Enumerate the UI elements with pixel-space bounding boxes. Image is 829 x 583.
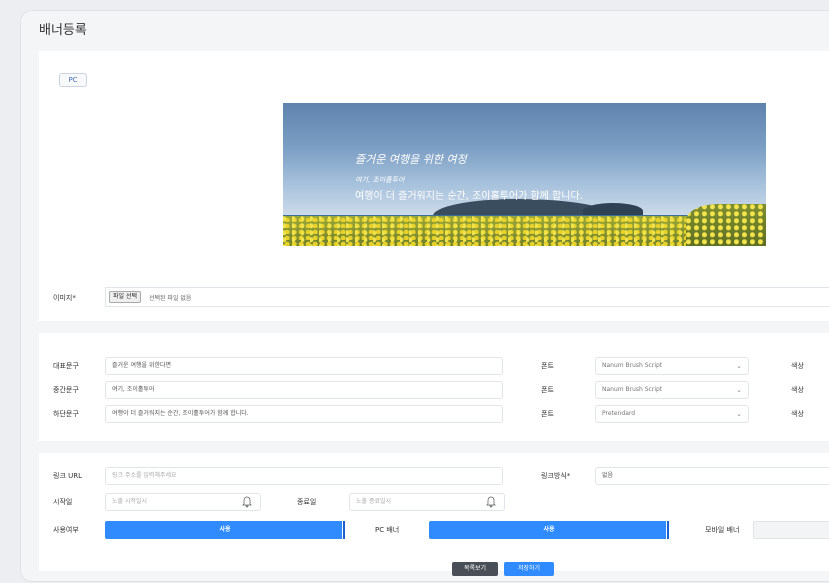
font-select[interactable]: Nanum Brush Script ⌄ bbox=[595, 381, 749, 399]
link-method-label: 링크방식* bbox=[541, 472, 571, 480]
file-status: 선택된 파일 없음 bbox=[149, 295, 192, 302]
row-label: 중간문구 bbox=[53, 386, 79, 394]
chevron-down-icon: ⌄ bbox=[736, 362, 742, 370]
color-label: 색상 bbox=[791, 362, 804, 370]
color-label: 색상 bbox=[791, 410, 804, 418]
font-label: 폰트 bbox=[541, 386, 554, 394]
toggle-knob bbox=[342, 521, 345, 539]
end-date-input[interactable]: 노출 종료일시 bbox=[349, 493, 505, 511]
text-card: 대표문구 즐거운 여행을 위한다면 폰트 Nanum Brush Script … bbox=[39, 333, 829, 441]
use-toggle-value: 사용 bbox=[219, 526, 231, 533]
chevron-down-icon: ⌄ bbox=[736, 410, 742, 418]
link-method-select[interactable]: 없음 bbox=[595, 467, 829, 485]
banner-line-top: 즐거운 여행을 위한 여정 bbox=[355, 153, 467, 166]
app-window: 배너등록 PC 즐거운 여행을 위한 여정 여기, 조이홀투어 여행이 더 즐거… bbox=[20, 10, 829, 582]
tab-pc[interactable]: PC bbox=[59, 73, 87, 87]
banner-line-bottom: 여행이 더 즐거워지는 순간, 조이홀투어가 함께 합니다. bbox=[355, 191, 583, 202]
font-select-value: Pretendard bbox=[602, 410, 636, 417]
font-label: 폰트 bbox=[541, 410, 554, 418]
image-label: 이미지* bbox=[53, 294, 76, 302]
list-button[interactable]: 목록보기 bbox=[452, 562, 498, 576]
font-select-value: Nanum Brush Script bbox=[602, 362, 663, 369]
end-date-label: 종료일 bbox=[297, 498, 317, 506]
row-label: 대표문구 bbox=[53, 362, 79, 370]
start-date-placeholder: 노출 시작일시 bbox=[112, 498, 148, 505]
banner-line-mid: 여기, 조이홀투어 bbox=[355, 176, 405, 184]
bell-icon[interactable] bbox=[242, 496, 252, 508]
start-date-label: 시작일 bbox=[53, 498, 73, 506]
image-card: PC 즐거운 여행을 위한 여정 여기, 조이홀투어 여행이 더 즐거워지는 순… bbox=[39, 51, 829, 321]
mobile-banner-toggle[interactable] bbox=[753, 521, 829, 539]
chevron-down-icon: ⌄ bbox=[736, 386, 742, 394]
pc-banner-toggle[interactable]: 사용 bbox=[429, 521, 669, 539]
font-label: 폰트 bbox=[541, 362, 554, 370]
color-label: 색상 bbox=[791, 386, 804, 394]
main-copy-input[interactable]: 즐거운 여행을 위한다면 bbox=[105, 357, 503, 375]
choose-file-button[interactable]: 파일 선택 bbox=[109, 291, 141, 303]
mobile-banner-label: 모바일 배너 bbox=[705, 526, 740, 534]
toggle-knob bbox=[666, 521, 669, 539]
image-file-input[interactable]: 파일 선택 선택된 파일 없음 bbox=[105, 287, 829, 307]
link-url-input[interactable]: 링크 주소를 입력해주세요 bbox=[105, 467, 503, 485]
use-toggle[interactable]: 사용 bbox=[105, 521, 345, 539]
save-button[interactable]: 저장하기 bbox=[504, 562, 554, 576]
bottom-copy-input[interactable]: 여행이 더 즐거워지는 순간, 조이홀투어가 함께 합니다. bbox=[105, 405, 503, 423]
pc-banner-toggle-value: 사용 bbox=[543, 526, 555, 533]
start-date-input[interactable]: 노출 시작일시 bbox=[105, 493, 261, 511]
font-select[interactable]: Pretendard ⌄ bbox=[595, 405, 749, 423]
banner-preview: 즐거운 여행을 위한 여정 여기, 조이홀투어 여행이 더 즐거워지는 순간, … bbox=[283, 103, 766, 246]
pc-banner-label: PC 배너 bbox=[375, 526, 400, 534]
font-select-value: Nanum Brush Script bbox=[602, 386, 663, 393]
page-title: 배너등록 bbox=[39, 23, 87, 38]
font-select[interactable]: Nanum Brush Script ⌄ bbox=[595, 357, 749, 375]
flower-field-right bbox=[686, 204, 766, 246]
settings-card: 링크 URL 링크 주소를 입력해주세요 링크방식* 없음 시작일 노출 시작일… bbox=[39, 453, 829, 571]
link-url-label: 링크 URL bbox=[53, 472, 82, 480]
end-date-placeholder: 노출 종료일시 bbox=[356, 498, 392, 505]
bell-icon[interactable] bbox=[486, 496, 496, 508]
middle-copy-input[interactable]: 여기, 조이홀투어 bbox=[105, 381, 503, 399]
row-label: 하단문구 bbox=[53, 410, 79, 418]
use-label: 사용여부 bbox=[53, 526, 79, 534]
